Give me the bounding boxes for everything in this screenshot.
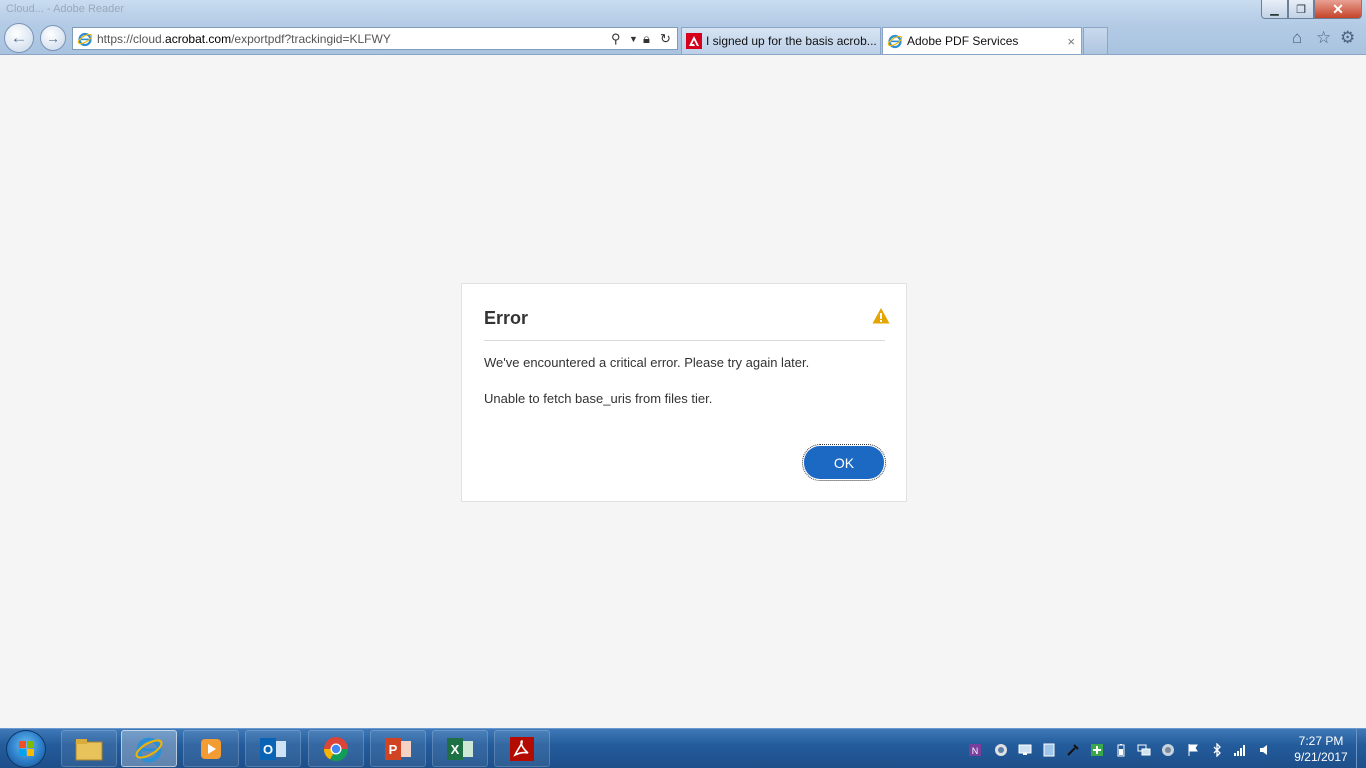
lock-icon[interactable]: 🔒︎ [643, 31, 650, 47]
svg-text:X: X [451, 742, 460, 757]
minimize-button[interactable]: ▁ [1261, 0, 1288, 19]
url-text: https://cloud.acrobat.com/exportpdf?trac… [97, 32, 391, 46]
window-title: Cloud... - Adobe Reader [6, 3, 125, 15]
error-detail: Unable to fetch base_uris from files tie… [484, 391, 713, 406]
powerpoint-icon: P [385, 737, 411, 760]
update-tray-icon[interactable] [994, 743, 1008, 757]
action-center-flag-icon[interactable] [1186, 743, 1200, 757]
display-tray-icon[interactable] [1137, 743, 1151, 757]
tab-acrobat-forum[interactable]: I signed up for the basis acrob... [681, 27, 881, 54]
forward-arrow-icon: → [46, 30, 60, 46]
onenote-tray-icon[interactable]: N [968, 743, 982, 757]
address-bar[interactable]: https://cloud.acrobat.com/exportpdf?trac… [72, 27, 678, 50]
browser-chrome: Cloud... - Adobe Reader ▁ ❐ ✕ ← → https:… [0, 0, 1366, 55]
volume-icon[interactable] [1258, 743, 1272, 757]
ie-icon [77, 32, 93, 47]
dialog-divider [484, 340, 885, 341]
chrome-icon [324, 736, 348, 761]
taskbar-powerpoint[interactable]: P [370, 730, 426, 767]
app-tray-icon[interactable] [1042, 743, 1056, 757]
error-dialog: Error We've encountered a critical error… [461, 283, 907, 502]
clock-date[interactable]: 9/21/2017 [1290, 750, 1352, 764]
windows-logo-icon [19, 741, 34, 756]
internet-explorer-icon [135, 737, 163, 762]
gear-icon[interactable]: ⚙ [1340, 28, 1355, 48]
favorites-star-icon[interactable]: ☆ [1316, 28, 1331, 48]
network-monitor-tray-icon[interactable] [1018, 743, 1032, 757]
taskbar: O P X N 7:27 PM 9/21/2017 [0, 728, 1366, 768]
battery-tray-icon[interactable] [1114, 743, 1128, 757]
ok-button[interactable]: OK [802, 444, 886, 481]
dialog-title: Error [484, 308, 529, 328]
warning-icon [872, 308, 890, 324]
globe-tray-icon[interactable] [1161, 743, 1175, 757]
back-arrow-icon: ← [10, 28, 28, 47]
refresh-icon[interactable]: ↻ [660, 31, 671, 47]
clock-time[interactable]: 7:27 PM [1290, 734, 1352, 748]
show-desktop-button[interactable] [1356, 729, 1366, 768]
dropdown-arrow-icon[interactable]: ▼ [629, 34, 638, 44]
adobe-icon [686, 33, 702, 49]
tools-tray-icon[interactable] [1066, 743, 1080, 757]
tab-label: I signed up for the basis acrob... [706, 34, 877, 48]
forward-button[interactable]: → [40, 25, 66, 51]
outlook-icon: O [260, 737, 286, 760]
excel-icon: X [447, 737, 473, 760]
new-tab-button[interactable] [1083, 27, 1108, 54]
svg-text:O: O [263, 742, 273, 757]
bluetooth-icon[interactable] [1210, 743, 1224, 757]
svg-text:N: N [972, 746, 979, 756]
taskbar-outlook[interactable]: O [245, 730, 301, 767]
home-icon[interactable]: ⌂ [1292, 28, 1302, 48]
taskbar-adobe-reader[interactable] [494, 730, 550, 767]
svg-text:P: P [389, 742, 398, 757]
back-button[interactable]: ← [4, 23, 34, 53]
signal-strength-icon[interactable] [1233, 743, 1247, 757]
taskbar-chrome[interactable] [308, 730, 364, 767]
file-explorer-icon [75, 738, 103, 760]
taskbar-internet-explorer[interactable] [121, 730, 177, 767]
security-tray-icon[interactable] [1090, 743, 1104, 757]
search-icon[interactable]: ⚲ [611, 31, 621, 47]
taskbar-media-player[interactable] [183, 730, 239, 767]
taskbar-excel[interactable]: X [432, 730, 488, 767]
error-message: We've encountered a critical error. Plea… [484, 355, 810, 370]
start-button[interactable] [6, 730, 46, 768]
ie-icon [887, 34, 903, 49]
close-tab-icon[interactable]: × [1067, 34, 1075, 49]
close-window-button[interactable]: ✕ [1314, 0, 1362, 19]
maximize-button[interactable]: ❐ [1288, 0, 1314, 19]
adobe-reader-icon [510, 736, 534, 761]
taskbar-file-explorer[interactable] [61, 730, 117, 767]
page-content: Error We've encountered a critical error… [0, 55, 1366, 728]
media-player-icon [201, 738, 221, 759]
tab-adobe-pdf-services[interactable]: Adobe PDF Services × [882, 27, 1082, 54]
tab-label: Adobe PDF Services [907, 34, 1019, 48]
